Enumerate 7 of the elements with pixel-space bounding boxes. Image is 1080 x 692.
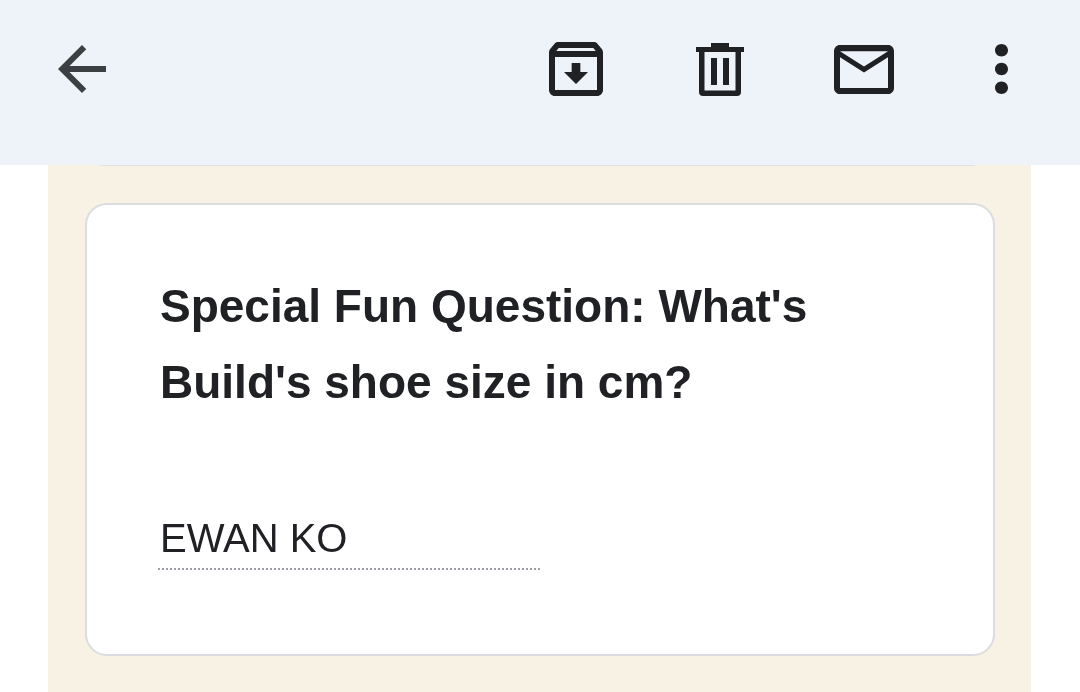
trash-can-icon — [696, 42, 744, 96]
envelope-icon — [834, 44, 894, 94]
question-title: Special Fun Question: What's Build's shoe size in cm? — [160, 279, 809, 410]
more-options-icon — [995, 44, 1008, 94]
answer-field: EWAN KO — [158, 514, 540, 570]
archive-box-icon — [549, 42, 603, 96]
back-arrow-icon — [58, 45, 106, 93]
